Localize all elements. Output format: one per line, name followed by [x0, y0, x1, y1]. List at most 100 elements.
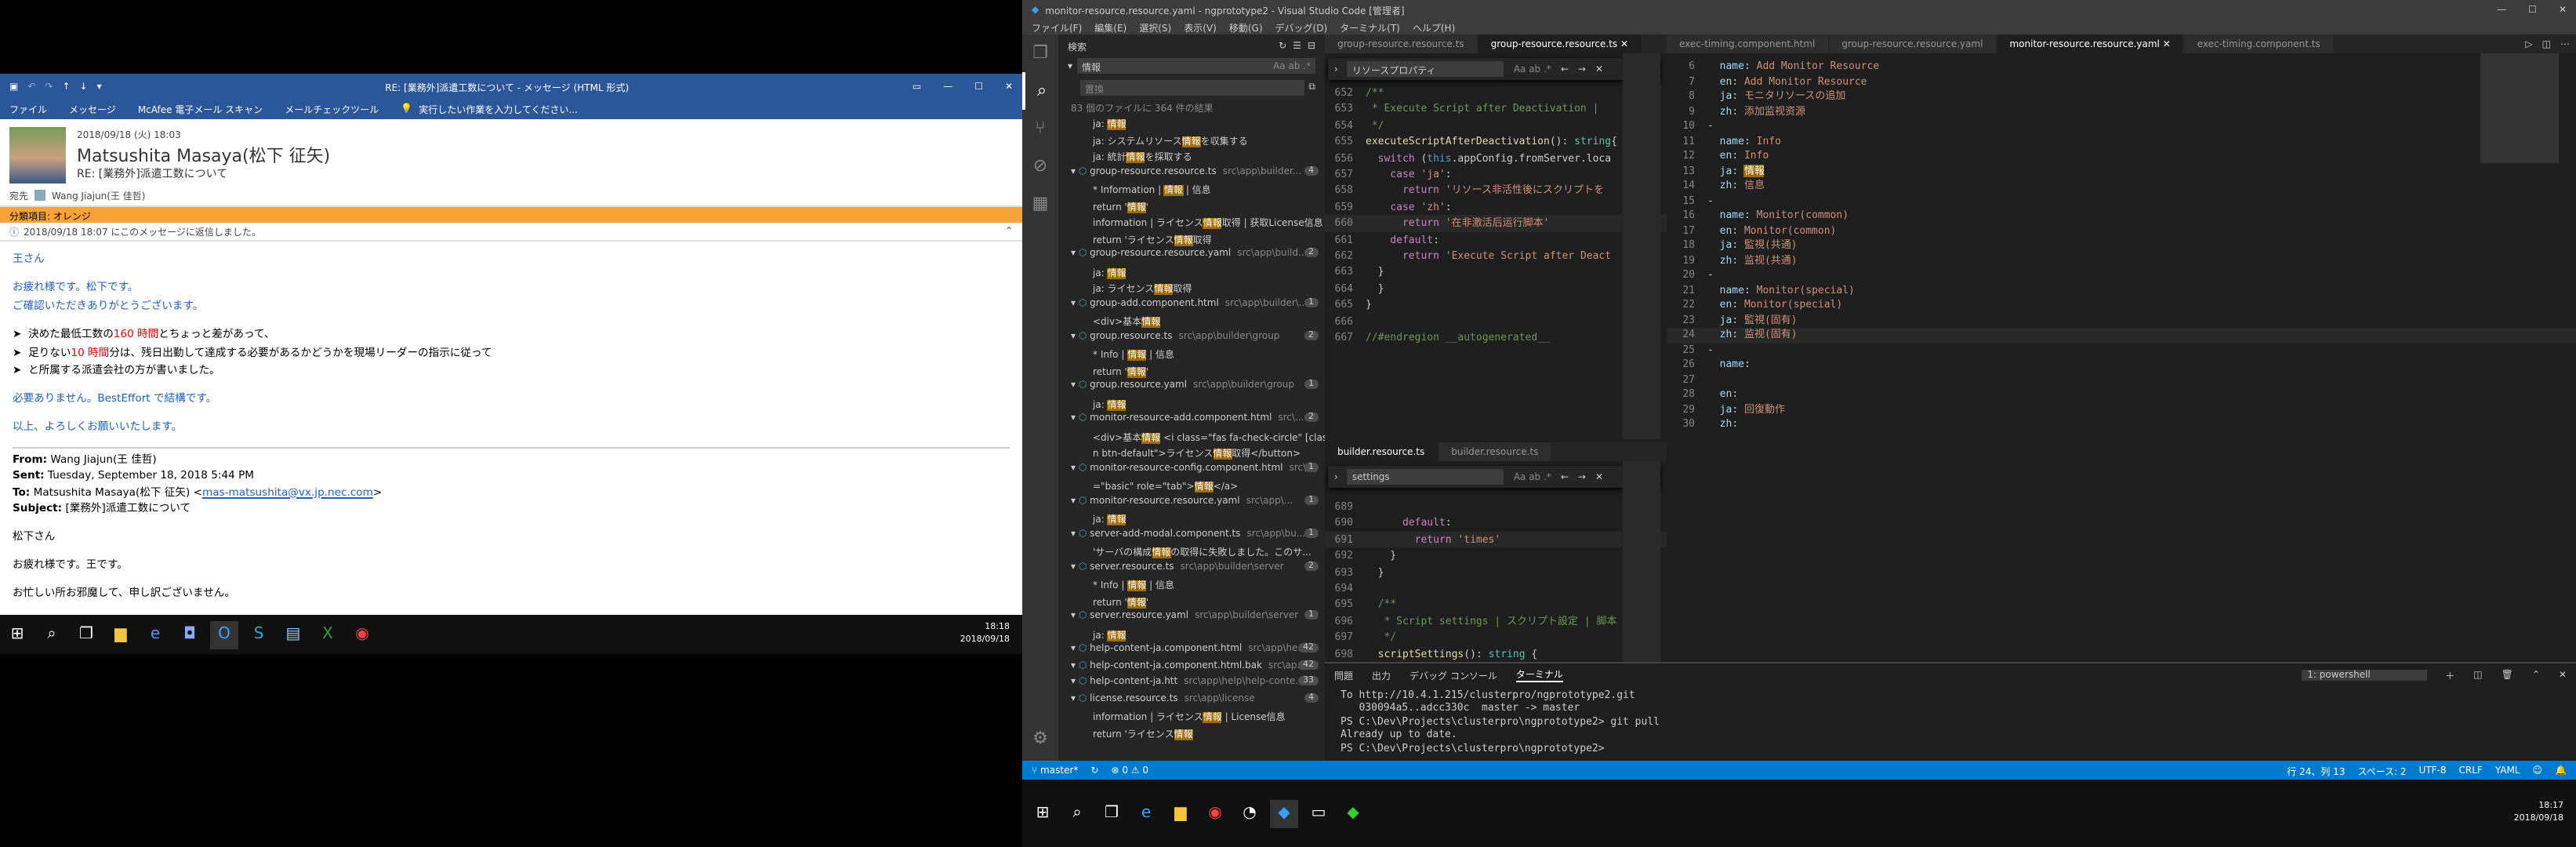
chrome-icon[interactable]: ◉ [348, 620, 376, 649]
edge-icon[interactable]: e [1132, 799, 1160, 827]
result-line[interactable]: 'サーバの構成情報の取得に失敗しました。このサ... [1058, 544, 1325, 561]
editor-2[interactable]: 689 690 default: 691 return 'times' 692 } 69… [1325, 461, 1667, 662]
result-line[interactable]: ja: システムリソース情報を収集する [1058, 133, 1325, 149]
result-line[interactable]: information | ライセンス情報 | License信息 [1058, 709, 1325, 725]
replace-input[interactable]: 置換 [1080, 80, 1304, 96]
result-line[interactable]: <div>基本情報 [1058, 314, 1325, 330]
tab-monitor-resource-yaml[interactable]: monitor-resource.resource.yaml ✕ [1997, 35, 2185, 53]
chevron-down-icon[interactable]: ▾ [1071, 248, 1079, 259]
tab-debug-console[interactable]: デバッグ コンソール [1410, 667, 1497, 682]
result-file[interactable]: ▾ ⬡ monitor-resource-add.component.html s… [1058, 413, 1325, 429]
tab-mailcheck[interactable]: メールチェックツール [285, 102, 379, 116]
maximize-icon[interactable]: ☐ [974, 81, 983, 92]
chevron-down-icon[interactable]: ▾ [1071, 528, 1079, 539]
feedback-icon[interactable]: ☺ [2533, 765, 2543, 776]
result-line[interactable]: ja: ライセンス情報取得 [1058, 281, 1325, 297]
clear-icon[interactable]: ☰ [1293, 40, 1301, 51]
result-file[interactable]: ▾ ⬡ license.resource.ts src\app\license 4 [1058, 693, 1325, 709]
find-input[interactable]: リソースプロパティ [1347, 61, 1504, 77]
sync-icon[interactable]: ↻ [1090, 765, 1098, 776]
chevron-down-icon[interactable]: ▾ [1071, 413, 1079, 424]
result-file[interactable]: ▾ ⬡ group-add.component.html src\app\buil… [1058, 297, 1325, 314]
result-file[interactable]: ▾ ⬡ help-content-ja.htt src\app\help\help… [1058, 676, 1325, 693]
close-icon[interactable]: ✕ [2559, 669, 2567, 680]
tab-builder-resource-ts[interactable]: builder.resource.ts [1439, 442, 1553, 461]
minimap[interactable] [1623, 53, 1660, 439]
bell-icon[interactable]: 🔔 [2555, 765, 2567, 776]
chevron-down-icon[interactable]: ▾ [1071, 380, 1079, 391]
result-line[interactable]: ja: 情報 [1058, 511, 1325, 528]
tab-exec-timing-ts[interactable]: exec-timing.component.ts [2184, 35, 2335, 53]
windows-start-icon[interactable]: ⊞ [1029, 799, 1057, 827]
chevron-down-icon[interactable]: ▾ [1071, 462, 1079, 473]
close-icon[interactable]: ✕ [2559, 4, 2567, 15]
vscode-icon[interactable]: ◆ [1270, 799, 1298, 827]
problems-status[interactable]: ⊗ 0 ⚠ 0 [1111, 765, 1148, 776]
close-icon[interactable]: ✕ [1595, 471, 1603, 482]
chevron-down-icon[interactable]: ▾ [1071, 165, 1079, 176]
minimap[interactable] [2480, 53, 2559, 163]
result-line[interactable]: ja: 統計情報を採取する [1058, 149, 1325, 165]
find-options-icon[interactable]: Aa ab .* [1514, 64, 1551, 75]
tab-mcafee[interactable]: McAfee 電子メール スキャン [138, 102, 263, 116]
search-options-icon[interactable]: Aa ab .* [1273, 60, 1311, 71]
menu-help[interactable]: ヘルプ(H) [1413, 20, 1455, 34]
ribbon-options-icon[interactable]: ▭ [912, 81, 921, 92]
result-line[interactable]: return 'ライセンス情報取得 [1058, 231, 1325, 248]
result-line[interactable]: return '情報' [1058, 198, 1325, 215]
result-file[interactable]: ▾ ⬡ monitor-resource-config.component.ht… [1058, 462, 1325, 478]
close-icon[interactable]: ✕ [1005, 81, 1013, 92]
sender-name[interactable]: Matsushita Masaya(松下 征矢) [77, 143, 330, 168]
search-input[interactable]: 情報 Aa ab .* [1077, 58, 1315, 74]
chevron-down-icon[interactable]: ▾ [1071, 495, 1079, 506]
terminal-select[interactable]: 1: powershell [2301, 669, 2427, 680]
replace-all-icon[interactable]: ⧉ [1308, 82, 1315, 94]
split-editor-icon[interactable]: ◫ [2542, 38, 2551, 49]
chevron-right-icon[interactable]: › [1334, 471, 1338, 482]
result-line[interactable]: n btn-default">ライセンス情報取得</button> [1058, 445, 1325, 462]
menu-terminal[interactable]: ターミナル(T) [1340, 20, 1400, 34]
extensions-icon[interactable]: ▦ [1022, 185, 1058, 223]
line-ending[interactable]: CRLF [2459, 765, 2483, 776]
minimap[interactable] [1623, 461, 1660, 662]
debug-icon[interactable]: ⊘ [1022, 147, 1058, 185]
app-icon[interactable]: ◘ [176, 620, 204, 649]
result-line[interactable]: * Information | 情報 | 信息 [1058, 182, 1325, 198]
clock[interactable]: 18:18 2018/09/18 [960, 623, 1022, 647]
find-options-icon[interactable]: Aa ab .* [1514, 471, 1551, 482]
tab-group-resource-ts[interactable]: group-resource.resource.ts [1325, 35, 1478, 53]
result-line[interactable]: information | ライセンス情報取得 | 获取License信息 [1058, 215, 1325, 231]
redo-icon[interactable]: ↷ [45, 81, 53, 92]
tab-message[interactable]: メッセージ [69, 102, 116, 116]
chevron-down-icon[interactable]: ▾ [1071, 297, 1079, 308]
chevron-right-icon[interactable]: › [1334, 64, 1338, 75]
indentation[interactable]: スペース: 2 [2357, 763, 2406, 777]
result-file[interactable]: ▾ ⬡ server.resource.yaml src\app\builder\… [1058, 610, 1325, 627]
result-line[interactable]: ja: 情報 [1058, 264, 1325, 281]
tab-exec-timing-html[interactable]: exec-timing.component.html [1667, 35, 1830, 53]
chevron-down-icon[interactable]: ▾ [1071, 643, 1079, 654]
language-mode[interactable]: YAML [2495, 765, 2520, 776]
result-line[interactable]: return '情報' [1058, 594, 1325, 610]
up-icon[interactable]: ↑ [62, 81, 70, 92]
menu-go[interactable]: 移動(G) [1229, 20, 1263, 34]
chevron-down-icon[interactable]: ▾ [1071, 693, 1079, 703]
trash-icon[interactable]: 🗑 [2502, 669, 2513, 680]
find-input[interactable]: settings [1347, 469, 1504, 485]
explorer-icon[interactable]: ▆ [1166, 799, 1195, 827]
more-icon[interactable]: ⋯ [2560, 38, 2570, 49]
tab-builder-resource-ts-active[interactable]: builder.resource.ts [1325, 442, 1439, 461]
email-link[interactable]: mas-matsushita@vx.jp.nec.com [202, 485, 373, 498]
result-file[interactable]: ▾ ⬡ group-resource.resource.ts src\app\bu… [1058, 165, 1325, 182]
encoding[interactable]: UTF-8 [2419, 765, 2447, 776]
chevron-down-icon[interactable]: ▾ [1071, 610, 1079, 621]
next-match-icon[interactable]: → [1578, 471, 1586, 482]
result-file[interactable]: ▾ ⬡ group.resource.yaml src\app\builder\g… [1058, 380, 1325, 396]
result-line[interactable]: ja: 情報 [1058, 116, 1325, 133]
explorer-icon[interactable]: ❐ [1022, 35, 1058, 72]
settings-gear-icon[interactable]: ⚙ [1022, 728, 1058, 748]
source-control-icon[interactable]: ⑂ [1022, 110, 1058, 147]
chrome-icon[interactable]: ◉ [1201, 799, 1229, 827]
collapse-all-icon[interactable]: ⊟ [1308, 40, 1315, 51]
maximize-icon[interactable]: ☐ [2528, 4, 2537, 15]
